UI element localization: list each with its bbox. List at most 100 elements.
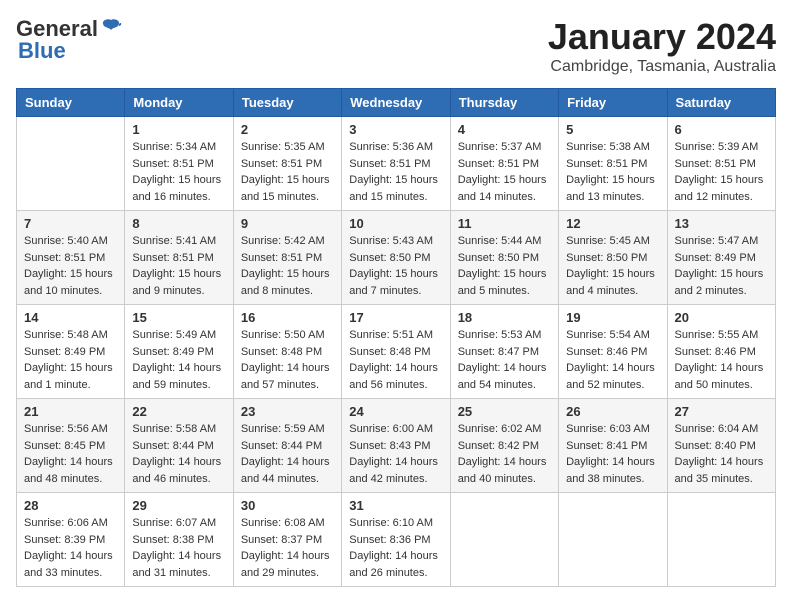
calendar-day-cell: 22Sunrise: 5:58 AMSunset: 8:44 PMDayligh… bbox=[125, 399, 233, 493]
day-info-line: and 15 minutes. bbox=[241, 191, 319, 203]
calendar-day-cell: 3Sunrise: 5:36 AMSunset: 8:51 PMDaylight… bbox=[342, 117, 450, 211]
calendar-day-cell: 1Sunrise: 5:34 AMSunset: 8:51 PMDaylight… bbox=[125, 117, 233, 211]
day-info-line: and 48 minutes. bbox=[24, 473, 102, 485]
calendar-day-cell: 13Sunrise: 5:47 AMSunset: 8:49 PMDayligh… bbox=[667, 211, 775, 305]
day-info-line: Daylight: 15 hours bbox=[24, 268, 113, 280]
calendar-day-cell: 10Sunrise: 5:43 AMSunset: 8:50 PMDayligh… bbox=[342, 211, 450, 305]
day-info-line: Sunset: 8:39 PM bbox=[24, 534, 105, 546]
calendar-week-row: 7 Sunrise: 5:40 AMSunset: 8:51 PMDaylight… bbox=[17, 211, 776, 305]
day-number: 1 bbox=[132, 122, 225, 137]
day-number: 10 bbox=[349, 216, 442, 231]
day-info-line: Sunrise: 5:48 AM bbox=[24, 329, 108, 341]
day-info-line: and 54 minutes. bbox=[458, 379, 536, 391]
calendar-day-cell: 25Sunrise: 6:02 AMSunset: 8:42 PMDayligh… bbox=[450, 399, 558, 493]
logo-blue-text: Blue bbox=[18, 38, 66, 64]
day-number: 24 bbox=[349, 404, 442, 419]
day-number: 27 bbox=[675, 404, 768, 419]
day-number: 7 bbox=[24, 216, 117, 231]
day-info-line: Daylight: 14 hours bbox=[566, 362, 655, 374]
day-info-line: Daylight: 14 hours bbox=[458, 456, 547, 468]
title-block: January 2024 Cambridge, Tasmania, Austra… bbox=[548, 16, 776, 76]
day-info: Sunrise: 5:56 AMSunset: 8:45 PMDaylight:… bbox=[24, 421, 117, 487]
calendar-day-cell: 18Sunrise: 5:53 AMSunset: 8:47 PMDayligh… bbox=[450, 305, 558, 399]
calendar-day-header: Friday bbox=[559, 89, 667, 117]
day-info-line: Sunset: 8:46 PM bbox=[675, 346, 756, 358]
calendar-day-cell: 28Sunrise: 6:06 AMSunset: 8:39 PMDayligh… bbox=[17, 493, 125, 587]
calendar-day-cell: 31 Sunrise: 6:10 AMSunset: 8:36 PMDayligh… bbox=[342, 493, 450, 587]
day-number: 5 bbox=[566, 122, 659, 137]
day-info-line: Sunrise: 6:03 AM bbox=[566, 423, 650, 435]
day-number: 15 bbox=[132, 310, 225, 325]
day-info-line: Sunset: 8:51 PM bbox=[675, 158, 756, 170]
day-info: Sunrise: 5:44 AMSunset: 8:50 PMDaylight:… bbox=[458, 233, 551, 299]
day-info-line: Sunrise: 5:41 AM bbox=[132, 235, 216, 247]
day-info-line: Daylight: 14 hours bbox=[24, 550, 113, 562]
day-info-line: and 29 minutes. bbox=[241, 567, 319, 579]
day-info-line: Daylight: 14 hours bbox=[349, 362, 438, 374]
day-info-line: Sunset: 8:51 PM bbox=[241, 158, 322, 170]
day-number: 16 bbox=[241, 310, 334, 325]
day-info: Sunrise: 5:40 AMSunset: 8:51 PMDaylight:… bbox=[24, 233, 117, 299]
day-info-line: Daylight: 14 hours bbox=[132, 362, 221, 374]
day-number: 22 bbox=[132, 404, 225, 419]
logo-bird-icon bbox=[100, 16, 122, 38]
calendar-week-row: 14Sunrise: 5:48 AMSunset: 8:49 PMDayligh… bbox=[17, 305, 776, 399]
day-info: Sunrise: 5:54 AMSunset: 8:46 PMDaylight:… bbox=[566, 327, 659, 393]
day-info-line: Sunset: 8:51 PM bbox=[458, 158, 539, 170]
day-info-line: Daylight: 14 hours bbox=[241, 456, 330, 468]
day-info: Sunrise: 5:37 AMSunset: 8:51 PMDaylight:… bbox=[458, 139, 551, 205]
day-info-line: Sunrise: 5:50 AM bbox=[241, 329, 325, 341]
day-number: 3 bbox=[349, 122, 442, 137]
calendar-day-header: Monday bbox=[125, 89, 233, 117]
day-info: Sunrise: 6:04 AMSunset: 8:40 PMDaylight:… bbox=[675, 421, 768, 487]
day-info-line: Sunrise: 5:59 AM bbox=[241, 423, 325, 435]
day-info-line: Daylight: 15 hours bbox=[349, 174, 438, 186]
day-info-line: Daylight: 15 hours bbox=[241, 174, 330, 186]
calendar-day-cell: 19Sunrise: 5:54 AMSunset: 8:46 PMDayligh… bbox=[559, 305, 667, 399]
day-number: 20 bbox=[675, 310, 768, 325]
day-info-line: Daylight: 15 hours bbox=[566, 268, 655, 280]
day-number: 31 bbox=[349, 498, 442, 513]
day-info-line: Sunset: 8:48 PM bbox=[349, 346, 430, 358]
day-info: Sunrise: 6:07 AMSunset: 8:38 PMDaylight:… bbox=[132, 515, 225, 581]
day-info: Sunrise: 5:48 AMSunset: 8:49 PMDaylight:… bbox=[24, 327, 117, 393]
day-info-line: and 26 minutes. bbox=[349, 567, 427, 579]
day-info-line: Sunset: 8:36 PM bbox=[349, 534, 430, 546]
day-info: Sunrise: 6:10 AMSunset: 8:36 PMDaylight:… bbox=[349, 515, 442, 581]
day-info-line: Daylight: 15 hours bbox=[566, 174, 655, 186]
calendar-day-cell: 24Sunrise: 6:00 AMSunset: 8:43 PMDayligh… bbox=[342, 399, 450, 493]
day-info-line: and 5 minutes. bbox=[458, 285, 530, 297]
day-number: 13 bbox=[675, 216, 768, 231]
day-info-line: and 14 minutes. bbox=[458, 191, 536, 203]
day-info-line: Daylight: 14 hours bbox=[349, 550, 438, 562]
calendar-day-cell: 12Sunrise: 5:45 AMSunset: 8:50 PMDayligh… bbox=[559, 211, 667, 305]
calendar-week-row: 28Sunrise: 6:06 AMSunset: 8:39 PMDayligh… bbox=[17, 493, 776, 587]
day-info-line: Sunset: 8:50 PM bbox=[349, 252, 430, 264]
day-info-line: Sunrise: 6:00 AM bbox=[349, 423, 433, 435]
day-info-line: Daylight: 14 hours bbox=[349, 456, 438, 468]
day-info: Sunrise: 5:50 AMSunset: 8:48 PMDaylight:… bbox=[241, 327, 334, 393]
day-info-line: and 38 minutes. bbox=[566, 473, 644, 485]
day-info-line: Sunrise: 5:39 AM bbox=[675, 141, 759, 153]
day-info: Sunrise: 5:35 AMSunset: 8:51 PMDaylight:… bbox=[241, 139, 334, 205]
day-info-line: Sunset: 8:49 PM bbox=[132, 346, 213, 358]
calendar-day-cell: 5Sunrise: 5:38 AMSunset: 8:51 PMDaylight… bbox=[559, 117, 667, 211]
day-info: Sunrise: 6:08 AMSunset: 8:37 PMDaylight:… bbox=[241, 515, 334, 581]
day-info-line: and 2 minutes. bbox=[675, 285, 747, 297]
calendar-day-header: Thursday bbox=[450, 89, 558, 117]
calendar-day-cell bbox=[450, 493, 558, 587]
calendar-day-cell: 29Sunrise: 6:07 AMSunset: 8:38 PMDayligh… bbox=[125, 493, 233, 587]
calendar-week-row: 1 Sunrise: 5:34 AM Sunset: 8:51 PM Daylight… bbox=[17, 117, 776, 211]
day-info-line: Daylight: 14 hours bbox=[24, 456, 113, 468]
day-info-line: Sunset: 8:44 PM bbox=[132, 440, 213, 452]
day-info-line: Sunrise: 5:53 AM bbox=[458, 329, 542, 341]
calendar-day-cell: 21Sunrise: 5:56 AMSunset: 8:45 PMDayligh… bbox=[17, 399, 125, 493]
day-info-line: Sunrise: 5:34 AM bbox=[132, 141, 216, 153]
calendar-day-cell: 17Sunrise: 5:51 AMSunset: 8:48 PMDayligh… bbox=[342, 305, 450, 399]
day-info-line: Sunrise: 5:49 AM bbox=[132, 329, 216, 341]
day-info-line: Sunset: 8:51 PM bbox=[24, 252, 105, 264]
day-info-line: Daylight: 14 hours bbox=[675, 362, 764, 374]
day-info-line: Sunset: 8:51 PM bbox=[349, 158, 430, 170]
day-info-line: Sunrise: 5:54 AM bbox=[566, 329, 650, 341]
day-info-line: Sunrise: 5:42 AM bbox=[241, 235, 325, 247]
